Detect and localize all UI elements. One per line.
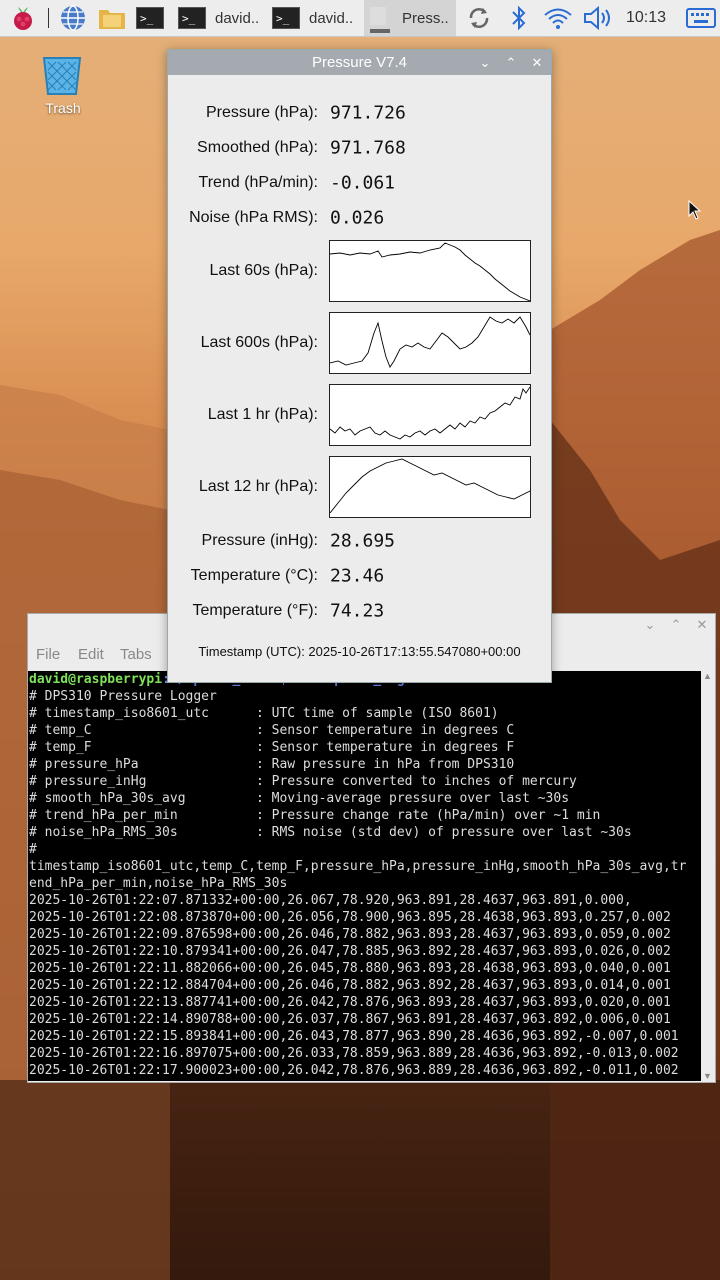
smoothed-row: Smoothed (hPa): 971.768 <box>168 131 551 165</box>
row-value: 74.23 <box>330 600 385 622</box>
terminal-line: 2025-10-26T01:22:09.876598+00:00,26.046,… <box>29 927 671 942</box>
terminal-line: timestamp_iso8601_utc,temp_C,temp_F,pres… <box>29 859 687 874</box>
scroll-up-icon[interactable]: ▲ <box>703 671 712 681</box>
prompt-user: david@raspberrypi <box>29 672 163 687</box>
terminal-line: # pressure_hPa : Raw pressure in hPa fro… <box>29 757 515 772</box>
bluetooth-icon[interactable] <box>509 0 529 36</box>
trash-icon[interactable] <box>38 52 86 103</box>
chart-label: Last 600s (hPa): <box>200 334 318 351</box>
terminal-line: # pressure_inHg : Pressure converted to … <box>29 774 577 789</box>
file-manager-icon[interactable] <box>97 0 127 36</box>
temperature-c-row: Temperature (°C): 23.46 <box>168 559 551 593</box>
row-value: 28.695 <box>330 530 396 552</box>
window-app-icon <box>370 7 390 33</box>
row-value: 971.726 <box>330 102 406 124</box>
terminal-line: # noise_hPa_RMS_30s : RMS noise (std dev… <box>29 825 632 840</box>
terminal-line: 2025-10-26T01:22:14.890788+00:00,26.037,… <box>29 1012 671 1027</box>
terminal-line: # timestamp_iso8601_utc : UTC time of sa… <box>29 706 499 721</box>
terminal-window[interactable]: ⌄ ⌃ ✕ File Edit Tabs david@raspberrypi:~… <box>27 613 716 1083</box>
maximize-button[interactable]: ⌃ <box>500 50 522 75</box>
trend-row: Trend (hPa/min): -0.061 <box>168 166 551 200</box>
scroll-down-icon[interactable]: ▼ <box>703 1071 712 1081</box>
close-button[interactable]: ✕ <box>692 617 712 635</box>
terminal-launcher-icon[interactable]: >_ <box>136 0 164 36</box>
menu-edit[interactable]: Edit <box>78 646 104 663</box>
maximize-button[interactable]: ⌃ <box>666 617 686 635</box>
task-button-terminal-2[interactable]: >_ david.. <box>272 0 362 36</box>
row-label: Pressure (inHg): <box>201 532 318 549</box>
close-button[interactable]: ✕ <box>526 50 548 75</box>
task-button-terminal-1[interactable]: >_ david.. <box>178 0 268 36</box>
mouse-pointer-icon <box>688 200 702 220</box>
terminal-line: # trend_hPa_per_min : Pressure change ra… <box>29 808 601 823</box>
terminal-line: 2025-10-26T01:22:17.900023+00:00,26.042,… <box>29 1063 679 1078</box>
pressure-titlebar[interactable]: Pressure V7.4 ⌄ ⌃ ✕ <box>168 50 551 75</box>
pressure-hpa-row: Pressure (hPa): 971.726 <box>168 96 551 130</box>
row-label: Temperature (°F): <box>192 602 318 619</box>
task-button-pressure[interactable]: Press.. <box>364 0 456 36</box>
terminal-line: # <box>29 842 37 857</box>
keyboard-icon[interactable] <box>686 0 716 36</box>
terminal-line: 2025-10-26T01:22:10.879341+00:00,26.047,… <box>29 944 671 959</box>
wifi-icon[interactable] <box>542 0 574 36</box>
row-value: 971.768 <box>330 137 406 159</box>
row-value: 0.026 <box>330 207 385 229</box>
chart-label: Last 1 hr (hPa): <box>207 406 318 423</box>
task-label: david.. <box>309 9 354 27</box>
row-label: Pressure (hPa): <box>205 104 318 121</box>
row-label: Temperature (°C): <box>190 567 318 584</box>
chart-label: Last 60s (hPa): <box>209 262 319 279</box>
volume-icon[interactable] <box>582 0 616 36</box>
terminal-line: 2025-10-26T01:22:12.884704+00:00,26.046,… <box>29 978 671 993</box>
trash-label: Trash <box>45 100 81 116</box>
sparkline-1hr <box>329 384 531 446</box>
terminal-line: 2025-10-26T01:22:07.871332+00:00,26.067,… <box>29 893 632 908</box>
minimize-button[interactable]: ⌄ <box>474 50 496 75</box>
raspberry-menu-icon[interactable] <box>8 0 38 36</box>
terminal-line: end_hPa_per_min,noise_hPa_RMS_30s <box>29 876 288 891</box>
sparkline-600s <box>329 312 531 374</box>
row-label: Trend (hPa/min): <box>198 174 318 191</box>
task-label: Press.. <box>402 9 449 27</box>
terminal-line: 2025-10-26T01:22:08.873870+00:00,26.056,… <box>29 910 671 925</box>
terminal-line: # smooth_hPa_30s_avg : Moving-average pr… <box>29 791 570 806</box>
terminal-line: 2025-10-26T01:22:11.882066+00:00,26.045,… <box>29 961 671 976</box>
terminal-scrollbar[interactable]: ▲ ▼ <box>701 671 714 1081</box>
pressure-inhg-row: Pressure (inHg): 28.695 <box>168 524 551 558</box>
menu-file[interactable]: File <box>36 646 60 663</box>
task-label: david.. <box>215 9 260 27</box>
row-value: 23.46 <box>330 565 385 587</box>
noise-row: Noise (hPa RMS): 0.026 <box>168 201 551 235</box>
menu-tabs[interactable]: Tabs <box>120 646 152 663</box>
clock-text: 10:13 <box>626 9 667 26</box>
terminal-line: 2025-10-26T01:22:15.893841+00:00,26.043,… <box>29 1029 679 1044</box>
terminal-line: # temp_F : Sensor temperature in degrees… <box>29 740 515 755</box>
terminal-line: # DPS310 Pressure Logger <box>29 689 217 704</box>
terminal-line: 2025-10-26T01:22:13.887741+00:00,26.042,… <box>29 995 671 1010</box>
chart-label: Last 12 hr (hPa): <box>198 478 318 495</box>
row-label: Smoothed (hPa): <box>197 139 318 156</box>
sparkline-12hr <box>329 456 531 518</box>
pressure-window[interactable]: Pressure V7.4 ⌄ ⌃ ✕ Pressure (hPa): 971.… <box>167 49 552 683</box>
timestamp-label: Timestamp (UTC): 2025-10-26T17:13:55.547… <box>198 644 521 659</box>
minimize-button[interactable]: ⌄ <box>640 617 660 635</box>
window-title: Pressure V7.4 <box>311 54 408 71</box>
row-value: -0.061 <box>330 172 396 194</box>
taskbar: >_ >_ david.. >_ david.. Press.. 10:13 <box>0 0 720 37</box>
row-label: Noise (hPa RMS): <box>189 209 318 226</box>
terminal-line: 2025-10-26T01:22:16.897075+00:00,26.033,… <box>29 1046 679 1061</box>
terminal-output[interactable]: david@raspberrypi:~/dps310_test $ cat dp… <box>28 671 701 1081</box>
clock[interactable]: 10:13 <box>626 0 666 36</box>
temperature-f-row: Temperature (°F): 74.23 <box>168 594 551 628</box>
updater-icon[interactable] <box>465 0 493 36</box>
terminal-line: # temp_C : Sensor temperature in degrees… <box>29 723 515 738</box>
sparkline-60s <box>329 240 531 302</box>
web-browser-icon[interactable] <box>58 0 88 36</box>
separator <box>48 0 49 36</box>
